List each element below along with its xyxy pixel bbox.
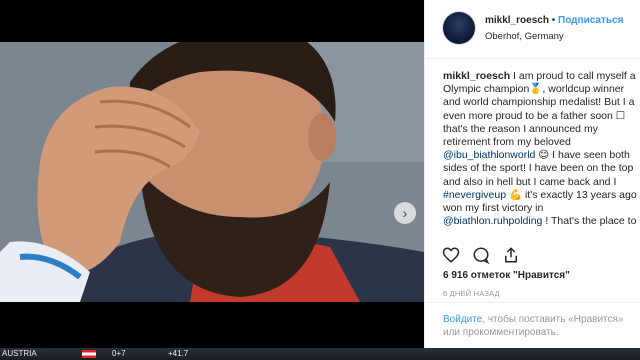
caption-text: sides of the sport! I have been on the t… bbox=[443, 162, 634, 175]
location-link[interactable]: Oberhof, Germany bbox=[485, 31, 564, 42]
caption-text: 😊 I have seen both bbox=[535, 149, 630, 162]
heart-icon[interactable] bbox=[441, 245, 461, 265]
caption-text: ! That's the place to bbox=[542, 215, 637, 228]
caption-text: I am proud to call myself a bbox=[510, 70, 636, 82]
caption-text: 💪 it's exactly 13 years ago bbox=[506, 188, 637, 201]
tv-ticker: AUSTRIA 0+7 +41.7 bbox=[0, 348, 640, 360]
ticker-country: AUSTRIA bbox=[2, 349, 37, 358]
caption-text: retirement from my beloved bbox=[443, 136, 571, 149]
separator-dot: • bbox=[551, 15, 556, 26]
caption-line: #nevergiveup 💪 it's exactly 13 years ago bbox=[443, 189, 639, 202]
austria-flag-icon bbox=[82, 350, 96, 358]
share-icon[interactable] bbox=[501, 245, 521, 265]
caption-tag-link[interactable]: @ibu_biathlonworld bbox=[443, 149, 535, 161]
caption-text: and also in hell but I came back and I bbox=[443, 175, 617, 188]
caption-tag-link[interactable]: @biathlon.ruhpolding bbox=[443, 215, 542, 227]
caption-text: Olympic champion🥇, worldcup winner bbox=[443, 83, 625, 96]
username-link[interactable]: mikkl_roesch bbox=[485, 15, 549, 26]
ticker-score1: 0+7 bbox=[112, 349, 126, 358]
post-actions bbox=[441, 245, 521, 265]
carousel-next-button[interactable]: › bbox=[394, 202, 416, 224]
follow-button[interactable]: Подписаться bbox=[558, 15, 623, 26]
post-photo[interactable]: › bbox=[0, 42, 424, 302]
chevron-right-icon: › bbox=[402, 205, 408, 221]
username-line: mikkl_roesch • Подписаться bbox=[485, 15, 623, 26]
caption-line: and world championship medalist! But I a bbox=[443, 96, 639, 109]
caption-line: @ibu_biathlonworld 😊 I have seen both bbox=[443, 149, 639, 162]
caption-line: retirement from my beloved bbox=[443, 136, 639, 149]
caption-line: won my first victory in bbox=[443, 202, 639, 215]
caption-text: and world championship medalist! But I a bbox=[443, 96, 635, 109]
caption-line: sides of the sport! I have been on the t… bbox=[443, 162, 639, 175]
post-caption: mikkl_roesch I am proud to call myself a… bbox=[443, 70, 639, 238]
likes-count[interactable]: 6 916 отметок "Нравится" bbox=[443, 270, 570, 281]
caption-username-link[interactable]: mikkl_roesch bbox=[443, 70, 510, 82]
caption-line: that's the reason I announced my bbox=[443, 123, 639, 136]
ticker-score2: +41.7 bbox=[168, 349, 189, 358]
post-header: mikkl_roesch • Подписаться Oberhof, Germ… bbox=[425, 0, 640, 59]
post-date[interactable]: 6 дней назад bbox=[443, 289, 500, 298]
caption-line: even more proud to be a father soon ☐ bbox=[443, 110, 639, 123]
caption-text: won my first victory in bbox=[443, 202, 544, 215]
caption-text: that's the reason I announced my bbox=[443, 122, 598, 135]
login-link[interactable]: Войдите bbox=[443, 314, 482, 325]
caption-tag-link[interactable]: #nevergiveup bbox=[443, 189, 506, 201]
caption-text: even more proud to be a father soon ☐ bbox=[443, 109, 626, 122]
avatar[interactable] bbox=[443, 12, 475, 44]
caption-line: Olympic champion🥇, worldcup winner bbox=[443, 83, 639, 96]
caption-line: and also in hell but I came back and I bbox=[443, 176, 639, 189]
comment-icon[interactable] bbox=[471, 245, 491, 265]
login-prompt: Войдите, чтобы поставить «Нравится» или … bbox=[425, 302, 640, 349]
caption-line: mikkl_roesch I am proud to call myself a bbox=[443, 70, 639, 83]
video-bottom-band bbox=[0, 302, 424, 348]
post-side-panel: mikkl_roesch • Подписаться Oberhof, Germ… bbox=[424, 0, 640, 348]
login-text: Войдите, чтобы поставить «Нравится» или … bbox=[443, 313, 639, 339]
caption-line: @biathlon.ruhpolding ! That's the place … bbox=[443, 215, 639, 228]
crying-athlete-photo bbox=[0, 42, 424, 302]
